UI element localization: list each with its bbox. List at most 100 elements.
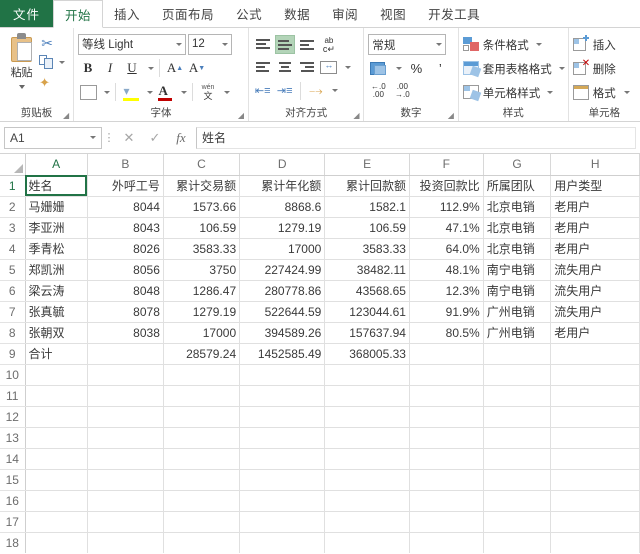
cell-D17[interactable] xyxy=(239,511,326,533)
chevron-down-icon[interactable] xyxy=(222,42,228,46)
orientation-button[interactable]: ⤍ xyxy=(306,81,326,100)
cell-B15[interactable] xyxy=(87,469,164,491)
tab-home[interactable]: 开始 xyxy=(53,0,104,28)
cell-H4[interactable]: 老用户 xyxy=(550,238,640,260)
cell-F7[interactable]: 91.9% xyxy=(409,301,484,323)
cell-D6[interactable]: 280778.86 xyxy=(239,280,326,302)
cell-D15[interactable] xyxy=(239,469,326,491)
cell-E16[interactable] xyxy=(324,490,410,512)
cell-H2[interactable]: 老用户 xyxy=(550,196,640,218)
cell-C14[interactable] xyxy=(163,448,241,470)
delete-cells-button[interactable]: ✕ 删除 xyxy=(572,58,630,79)
chevron-down-icon[interactable] xyxy=(558,67,565,70)
row-header-6[interactable]: 6 xyxy=(0,280,26,302)
cell-D4[interactable]: 17000 xyxy=(239,238,326,260)
cell-C6[interactable]: 1286.47 xyxy=(163,280,241,302)
cell-E13[interactable] xyxy=(324,427,410,449)
cell-F5[interactable]: 48.1% xyxy=(409,259,484,281)
cell-D12[interactable] xyxy=(239,406,326,428)
cell-H7[interactable]: 流失用户 xyxy=(550,301,640,323)
font-dialog-launcher[interactable]: ◢ xyxy=(238,111,247,120)
cell-G9[interactable] xyxy=(483,343,552,365)
align-middle-button[interactable] xyxy=(274,35,295,54)
cell-F6[interactable]: 12.3% xyxy=(409,280,484,302)
cell-B2[interactable]: 8044 xyxy=(87,196,164,218)
cell-H13[interactable] xyxy=(550,427,640,449)
cell-B17[interactable] xyxy=(87,511,164,533)
cell-A2[interactable]: 马姗姗 xyxy=(25,196,88,218)
align-right-button[interactable] xyxy=(297,58,317,77)
cell-A11[interactable] xyxy=(25,385,88,407)
chevron-down-icon[interactable] xyxy=(90,136,96,139)
chevron-down-icon[interactable] xyxy=(436,43,443,46)
cell-G12[interactable] xyxy=(483,406,552,428)
cell-A6[interactable]: 梁云涛 xyxy=(25,280,88,302)
cell-F2[interactable]: 112.9% xyxy=(409,196,484,218)
cell-B10[interactable] xyxy=(87,364,164,386)
cell-E17[interactable] xyxy=(324,511,410,533)
column-header-E[interactable]: E xyxy=(324,154,410,176)
cell-A13[interactable] xyxy=(25,427,88,449)
cell-D18[interactable] xyxy=(239,532,326,553)
cell-D11[interactable] xyxy=(239,385,326,407)
cell-A18[interactable] xyxy=(25,532,88,553)
cell-E5[interactable]: 38482.11 xyxy=(324,259,410,281)
row-header-13[interactable]: 13 xyxy=(0,427,26,449)
cell-A3[interactable]: 李亚洲 xyxy=(25,217,88,239)
cell-F13[interactable] xyxy=(409,427,484,449)
cell-D7[interactable]: 522644.59 xyxy=(239,301,326,323)
cell-A12[interactable] xyxy=(25,406,88,428)
format-painter-button[interactable]: ✦ xyxy=(39,74,69,91)
row-header-18[interactable]: 18 xyxy=(0,532,26,553)
tab-formulas[interactable]: 公式 xyxy=(225,0,273,27)
font-size-input[interactable]: 12 xyxy=(188,33,232,55)
formula-input[interactable]: 姓名 xyxy=(196,126,636,149)
cell-E6[interactable]: 43568.65 xyxy=(324,280,410,302)
chevron-down-icon[interactable] xyxy=(547,91,554,94)
row-header-4[interactable]: 4 xyxy=(0,238,26,260)
cell-B12[interactable] xyxy=(87,406,164,428)
select-all-button[interactable] xyxy=(0,154,26,176)
cell-C8[interactable]: 17000 xyxy=(163,322,241,344)
cell-D16[interactable] xyxy=(239,490,326,512)
borders-button[interactable] xyxy=(78,82,98,102)
cell-C17[interactable] xyxy=(163,511,241,533)
cell-B7[interactable]: 8078 xyxy=(87,301,164,323)
column-header-B[interactable]: B xyxy=(87,154,164,176)
decrease-decimal-button[interactable]: .00 →.0 xyxy=(392,81,412,101)
cell-E10[interactable] xyxy=(324,364,410,386)
cell-F17[interactable] xyxy=(409,511,484,533)
cell-H15[interactable] xyxy=(550,469,640,491)
cell-A8[interactable]: 张朝双 xyxy=(25,322,88,344)
cell-A14[interactable] xyxy=(25,448,88,470)
alignment-dialog-launcher[interactable]: ◢ xyxy=(353,111,362,120)
cell-C13[interactable] xyxy=(163,427,241,449)
cell-B9[interactable] xyxy=(87,343,164,365)
cell-C7[interactable]: 1279.19 xyxy=(163,301,241,323)
row-header-9[interactable]: 9 xyxy=(0,343,26,365)
tab-file[interactable]: 文件 xyxy=(0,0,54,27)
cell-C2[interactable]: 1573.66 xyxy=(163,196,241,218)
cell-G15[interactable] xyxy=(483,469,552,491)
cell-C12[interactable] xyxy=(163,406,241,428)
format-cells-button[interactable]: 格式 xyxy=(572,82,630,103)
conditional-formatting-button[interactable]: 条件格式 xyxy=(462,34,565,55)
cell-A17[interactable] xyxy=(25,511,88,533)
cell-G18[interactable] xyxy=(483,532,552,553)
chevron-down-icon[interactable] xyxy=(18,85,25,89)
chevron-down-icon[interactable] xyxy=(176,42,182,46)
cell-H9[interactable] xyxy=(550,343,640,365)
percent-style-button[interactable]: % xyxy=(406,58,426,78)
cell-E12[interactable] xyxy=(324,406,410,428)
cell-B5[interactable]: 8056 xyxy=(87,259,164,281)
cell-B14[interactable] xyxy=(87,448,164,470)
copy-button[interactable] xyxy=(39,54,69,71)
cell-C5[interactable]: 3750 xyxy=(163,259,241,281)
worksheet-grid[interactable]: ABCDEFGH 1 姓名 外呼工号 累计交易额 累计年化额 累计回款额 投资回款比 所属团队… xyxy=(0,154,640,553)
insert-function-button[interactable]: fx xyxy=(168,127,194,149)
cell-E1[interactable]: 累计回款额 xyxy=(324,175,410,197)
comma-style-button[interactable]: ’ xyxy=(430,58,450,78)
row-header-15[interactable]: 15 xyxy=(0,469,26,491)
chevron-down-icon[interactable] xyxy=(331,89,338,92)
cell-H5[interactable]: 流失用户 xyxy=(550,259,640,281)
